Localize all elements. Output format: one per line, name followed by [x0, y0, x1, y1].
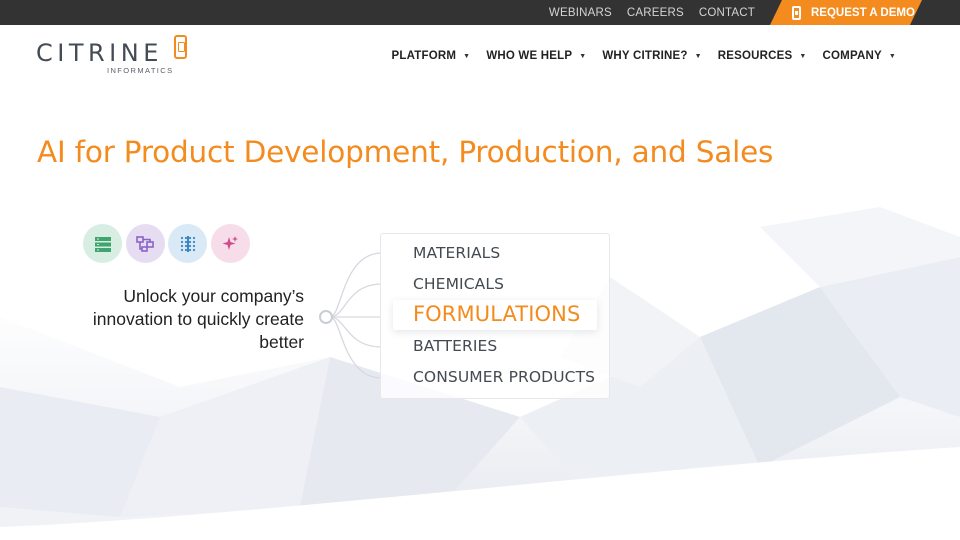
site-header: CITRINE INFORMATICS PLATFORM ▼ WHO WE HEL…	[0, 25, 960, 87]
nav-why-citrine[interactable]: WHY CITRINE? ▼	[602, 50, 701, 62]
nav-label: RESOURCES	[717, 50, 793, 62]
grid-icon[interactable]	[168, 224, 207, 263]
tagline-line: innovation to quickly create	[92, 309, 304, 329]
webinars-link[interactable]: WEBINARS	[549, 7, 612, 19]
contact-link[interactable]: CONTACT	[699, 7, 755, 19]
industry-batteries[interactable]: BATTERIES	[413, 337, 497, 355]
utility-links: WEBINARS CAREERS CONTACT	[534, 0, 755, 25]
hero-tagline: Unlock your company’s innovation to quic…	[60, 285, 304, 354]
category-icon-row	[83, 224, 253, 263]
caret-down-icon: ▼	[694, 52, 702, 60]
nav-label: PLATFORM	[391, 50, 457, 62]
flowchart-icon[interactable]	[125, 224, 165, 263]
industry-materials[interactable]: MATERIALS	[413, 244, 500, 262]
tagline-line: Unlock your company’s	[123, 286, 304, 306]
nav-company[interactable]: COMPANY ▼	[823, 50, 896, 62]
nav-label: WHY CITRINE?	[602, 50, 688, 62]
request-demo-button[interactable]: REQUEST A DEMO ›	[770, 0, 922, 25]
utility-bar: WEBINARS CAREERS CONTACT REQUEST A DEMO …	[0, 0, 960, 25]
industry-consumer-products[interactable]: CONSUMER PRODUCTS	[413, 368, 595, 386]
demo-device-icon	[792, 6, 801, 20]
sparkle-icon[interactable]	[210, 224, 250, 263]
request-demo-label: REQUEST A DEMO ›	[811, 6, 922, 19]
logo-mark-icon	[174, 35, 187, 59]
industry-list: MATERIALS CHEMICALS FORMULATIONS BATTERI…	[380, 233, 610, 399]
nav-label: WHO WE HELP	[486, 50, 573, 62]
main-nav: PLATFORM ▼ WHO WE HELP ▼ WHY CITRINE? ▼ RES…	[376, 25, 896, 87]
nav-resources[interactable]: RESOURCES ▼	[718, 50, 807, 62]
logo-wordmark: CITRINE	[36, 39, 163, 67]
caret-down-icon: ▼	[799, 52, 807, 60]
caret-down-icon: ▼	[888, 52, 896, 60]
tagline-line: better	[259, 332, 304, 352]
caret-down-icon: ▼	[463, 52, 471, 60]
database-icon[interactable]	[83, 224, 122, 263]
hero-title: AI for Product Development, Production, …	[37, 135, 774, 169]
citrine-logo[interactable]: CITRINE INFORMATICS	[36, 35, 196, 79]
caret-down-icon: ▼	[579, 52, 587, 60]
industry-chemicals[interactable]: CHEMICALS	[413, 275, 504, 293]
logo-subtitle: INFORMATICS	[107, 66, 174, 75]
careers-link[interactable]: CAREERS	[627, 7, 684, 19]
nav-label: COMPANY	[822, 50, 882, 62]
nav-platform[interactable]: PLATFORM ▼	[392, 50, 471, 62]
nav-who-we-help[interactable]: WHO WE HELP ▼	[486, 50, 586, 62]
industry-formulations[interactable]: FORMULATIONS	[413, 302, 580, 326]
